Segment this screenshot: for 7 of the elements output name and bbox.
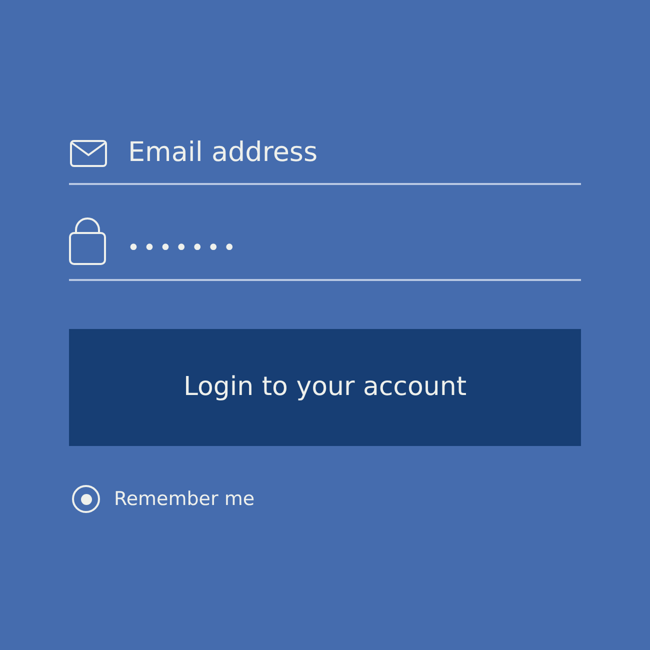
padlock-icon bbox=[69, 217, 106, 265]
radio-button[interactable] bbox=[72, 485, 100, 514]
envelope-icon bbox=[70, 140, 107, 167]
login-button[interactable]: Login to your account bbox=[69, 329, 581, 446]
remember-me-label: Remember me bbox=[114, 487, 255, 512]
email-field[interactable]: Email address bbox=[128, 132, 581, 173]
password-field[interactable]: ••••••• bbox=[127, 232, 581, 265]
